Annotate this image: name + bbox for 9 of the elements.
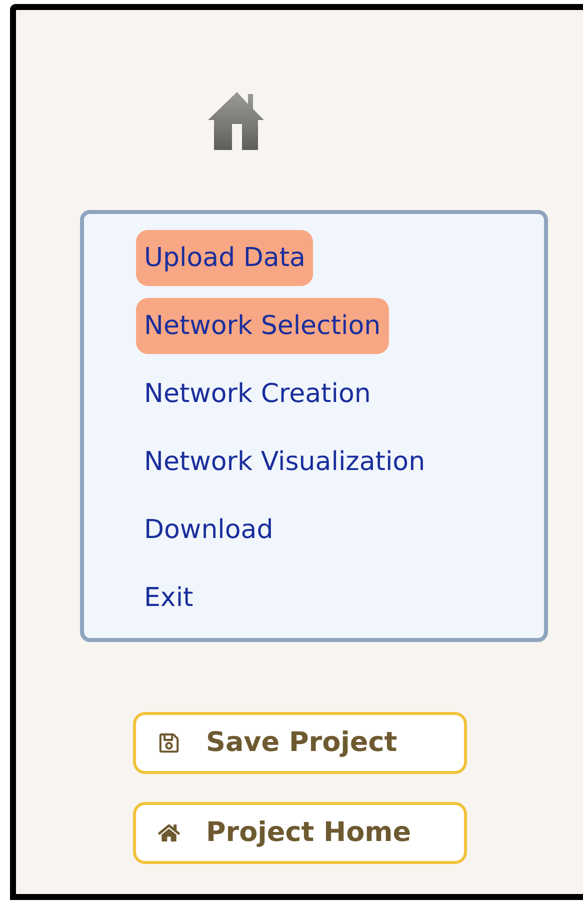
menu-item[interactable]: Upload Data [136,230,314,286]
house-icon [158,822,180,844]
project-button[interactable]: Save Project [133,712,467,774]
menu-item[interactable]: Network Visualization [136,434,434,490]
project-button[interactable]: Project Home [133,802,467,864]
menu-item[interactable]: Download [136,502,282,558]
menu-item[interactable]: Network Selection [136,298,389,354]
menu-item[interactable]: Exit [136,570,202,626]
menu-item[interactable]: Network Creation [136,366,379,422]
